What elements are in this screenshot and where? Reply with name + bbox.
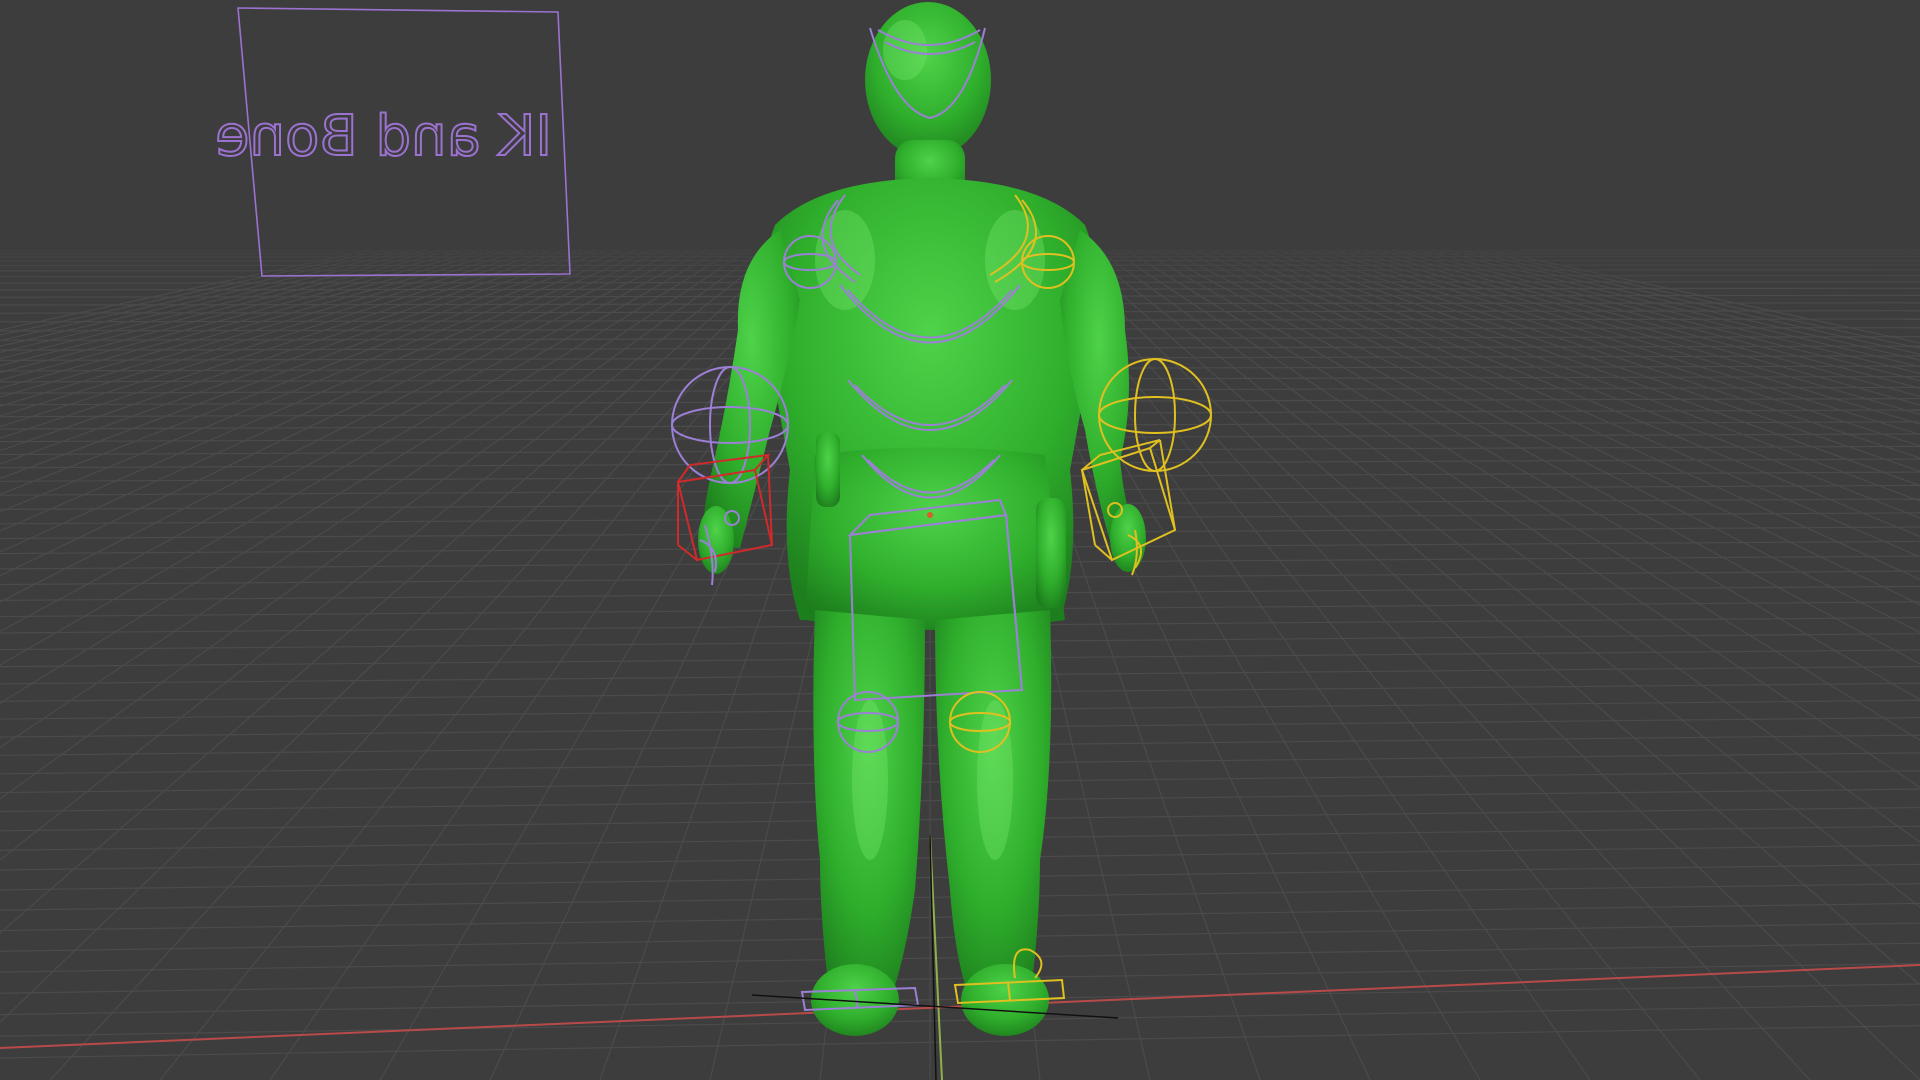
3d-viewport[interactable]: IK and Bone — [0, 0, 1920, 1080]
figure-pouch-left — [816, 432, 840, 507]
figure-head — [865, 2, 991, 158]
text-object-label: IK and Bone — [215, 104, 552, 169]
figure-pouch-right — [1036, 498, 1066, 608]
figure-right-hand — [1110, 504, 1146, 572]
hip-pivot — [927, 512, 933, 518]
figure-hips — [805, 447, 1065, 630]
